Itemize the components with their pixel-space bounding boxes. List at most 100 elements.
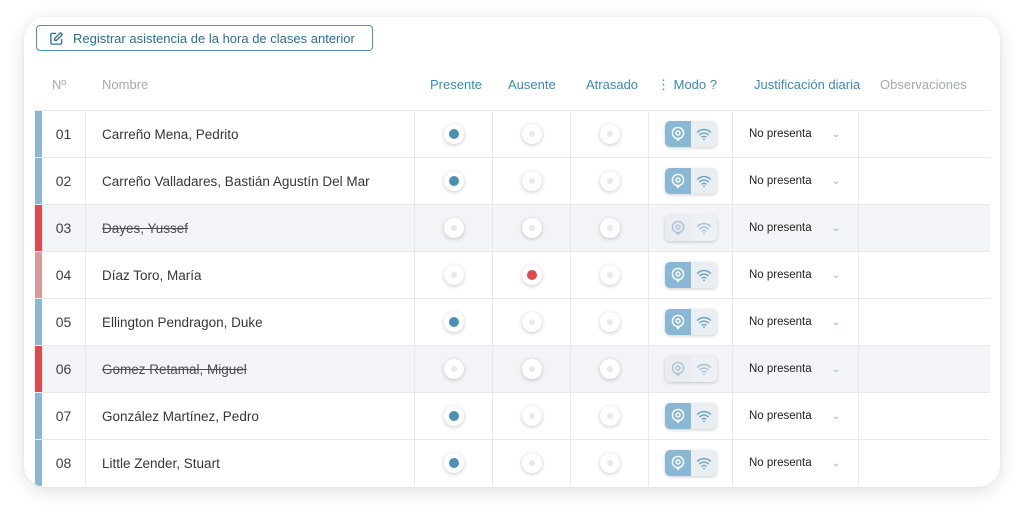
observations-cell[interactable]: [859, 111, 990, 157]
wifi-icon: [696, 175, 711, 188]
mode-cell: [649, 346, 733, 392]
mode-toggle[interactable]: [664, 121, 717, 147]
absent-radio[interactable]: [521, 406, 542, 426]
chevron-down-icon: ⌄: [831, 457, 840, 469]
present-cell: [415, 299, 493, 345]
justification-select[interactable]: No presenta ⌄: [733, 346, 859, 392]
present-radio[interactable]: [443, 406, 464, 426]
observations-cell[interactable]: [859, 440, 990, 486]
late-radio[interactable]: [599, 171, 620, 191]
mode-in-person[interactable]: [664, 215, 691, 241]
mode-in-person[interactable]: [664, 168, 691, 194]
absent-radio[interactable]: [521, 359, 542, 379]
location-pin-icon: [671, 173, 684, 189]
late-cell: [571, 299, 649, 345]
mode-online[interactable]: [691, 168, 717, 194]
late-cell: [571, 440, 649, 486]
table-row: 06 Gomez Retamal, Miguel No presenta ⌄: [35, 345, 990, 392]
mode-toggle[interactable]: [664, 262, 717, 288]
absent-radio[interactable]: [521, 312, 542, 332]
wifi-icon: [696, 222, 711, 235]
mode-cell: [649, 111, 733, 157]
absent-radio[interactable]: [521, 218, 542, 238]
present-cell: [415, 205, 493, 251]
present-cell: [415, 440, 493, 486]
absent-radio[interactable]: [521, 171, 542, 191]
mode-online[interactable]: [691, 403, 717, 429]
mode-toggle[interactable]: [664, 356, 717, 382]
justification-select[interactable]: No presenta ⌄: [733, 158, 859, 204]
present-radio[interactable]: [443, 359, 464, 379]
present-radio[interactable]: [443, 124, 464, 144]
justification-select[interactable]: No presenta ⌄: [733, 205, 859, 251]
present-radio[interactable]: [443, 218, 464, 238]
row-status-bar: [35, 299, 42, 345]
justification-select[interactable]: No presenta ⌄: [733, 252, 859, 298]
mode-online[interactable]: [691, 262, 717, 288]
late-radio[interactable]: [599, 218, 620, 238]
table-row: 03 Dayes, Yussef No presenta ⌄: [35, 204, 990, 251]
present-radio[interactable]: [443, 171, 464, 191]
absent-radio[interactable]: [521, 453, 542, 473]
observations-cell[interactable]: [859, 299, 990, 345]
mode-in-person[interactable]: [664, 356, 691, 382]
header-late[interactable]: Atrasado: [586, 77, 638, 92]
late-cell: [571, 158, 649, 204]
mode-online[interactable]: [691, 121, 717, 147]
justification-value: No presenta: [749, 316, 812, 328]
mode-online[interactable]: [691, 450, 717, 476]
row-status-bar: [35, 393, 42, 439]
late-radio[interactable]: [599, 312, 620, 332]
mode-in-person[interactable]: [664, 309, 691, 335]
present-radio[interactable]: [443, 453, 464, 473]
observations-cell[interactable]: [859, 252, 990, 298]
late-radio[interactable]: [599, 359, 620, 379]
present-cell: [415, 158, 493, 204]
present-radio[interactable]: [443, 265, 464, 285]
mode-in-person[interactable]: [664, 403, 691, 429]
observations-cell[interactable]: [859, 346, 990, 392]
header-present[interactable]: Presente: [430, 77, 482, 92]
late-radio[interactable]: [599, 453, 620, 473]
late-cell: [571, 393, 649, 439]
justification-select[interactable]: No presenta ⌄: [733, 393, 859, 439]
student-name: Little Zender, Stuart: [86, 440, 415, 486]
observations-cell[interactable]: [859, 158, 990, 204]
justification-select[interactable]: No presenta ⌄: [733, 299, 859, 345]
header-absent[interactable]: Ausente: [508, 77, 556, 92]
header-justification[interactable]: Justificación diaria: [754, 77, 860, 92]
mode-toggle[interactable]: [664, 215, 717, 241]
observations-cell[interactable]: [859, 393, 990, 439]
late-radio[interactable]: [599, 406, 620, 426]
location-pin-icon: [671, 126, 684, 142]
mode-online[interactable]: [691, 215, 717, 241]
observations-cell[interactable]: [859, 205, 990, 251]
mode-in-person[interactable]: [664, 262, 691, 288]
mode-online[interactable]: [691, 309, 717, 335]
justification-value: No presenta: [749, 128, 812, 140]
table-row: 04 Díaz Toro, María No presenta ⌄: [35, 251, 990, 298]
location-pin-icon: [671, 314, 684, 330]
row-status-bar: [35, 252, 42, 298]
header-mode[interactable]: ⋮ Modo ?: [657, 77, 717, 93]
location-pin-icon: [671, 455, 684, 471]
justification-value: No presenta: [749, 175, 812, 187]
late-radio[interactable]: [599, 265, 620, 285]
absent-radio[interactable]: [521, 265, 542, 285]
chevron-down-icon: ⌄: [831, 410, 840, 422]
mode-online[interactable]: [691, 356, 717, 382]
mode-toggle[interactable]: [664, 309, 717, 335]
mode-toggle[interactable]: [664, 168, 717, 194]
mode-in-person[interactable]: [664, 450, 691, 476]
late-radio[interactable]: [599, 124, 620, 144]
mode-toggle[interactable]: [664, 403, 717, 429]
present-radio[interactable]: [443, 312, 464, 332]
justification-select[interactable]: No presenta ⌄: [733, 111, 859, 157]
mode-toggle[interactable]: [664, 450, 717, 476]
absent-radio[interactable]: [521, 124, 542, 144]
mode-cell: [649, 158, 733, 204]
mode-in-person[interactable]: [664, 121, 691, 147]
student-number: 05: [42, 299, 86, 345]
justification-select[interactable]: No presenta ⌄: [733, 440, 859, 486]
student-number: 01: [42, 111, 86, 157]
